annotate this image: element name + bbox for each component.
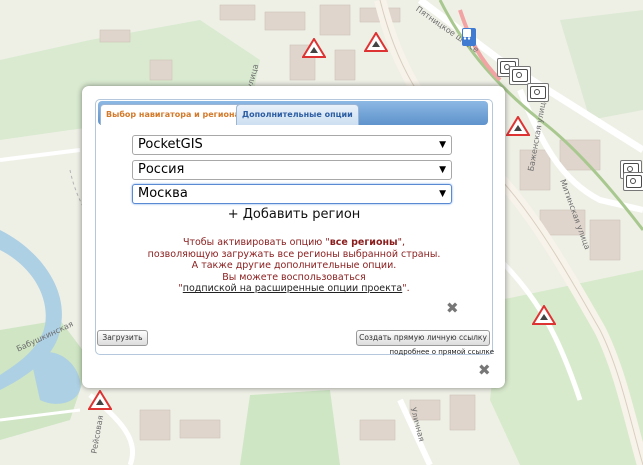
country-select-value: Россия [138,162,185,177]
tab-navigator-region[interactable]: Выбор навигатора и региона [100,104,246,125]
tab-bar: Выбор навигатора и региона Дополнительны… [98,101,488,125]
info-line: А также другие дополнительные опции. [191,260,397,271]
tab-panel: Выбор навигатора и региона Дополнительны… [95,99,493,355]
add-region-link[interactable]: + Добавить регион [96,207,492,222]
country-select[interactable]: Россия ▼ [132,160,452,180]
navigator-select[interactable]: PocketGIS ▼ [132,135,452,155]
tab-additional-options[interactable]: Дополнительные опции [236,104,359,125]
region-dialog: Выбор навигатора и региона Дополнительны… [82,86,505,388]
info-line: ". [402,283,410,294]
chevron-down-icon: ▼ [439,165,446,175]
chevron-down-icon: ▼ [439,140,446,150]
info-line: ", [397,237,406,248]
warning-triangle-icon[interactable] [532,305,556,325]
bus-stop-icon[interactable] [462,28,476,46]
close-icon[interactable]: ✖ [446,301,459,316]
region-select-value: Москва [138,186,188,201]
load-button[interactable]: Загрузить [97,330,148,346]
navigator-select-value: PocketGIS [138,137,203,152]
info-bold: все регионы [329,237,398,248]
info-line: Вы можете воспользоваться [222,271,366,283]
subscription-link[interactable]: подпиской на расширенные опции проекта [183,283,402,294]
info-line: позволяющую загружать все регионы выбран… [147,248,441,260]
warning-triangle-icon[interactable] [302,38,326,58]
about-link[interactable]: подробнее о прямой ссылке [390,348,494,356]
camera-icon[interactable] [623,172,643,191]
warning-triangle-icon[interactable] [364,32,388,52]
region-select[interactable]: Москва ▼ [132,184,452,204]
info-line: Чтобы активировать опцию " [182,237,330,248]
info-text: Чтобы активировать опцию "все регионы", … [96,237,492,295]
close-icon[interactable]: ✖ [478,363,491,378]
park-area [240,390,340,465]
chevron-down-icon: ▼ [439,189,446,199]
camera-icon[interactable] [527,83,549,102]
create-link-button[interactable]: Создать прямую личную ссылку [356,330,490,346]
warning-triangle-icon[interactable] [506,116,530,136]
warning-triangle-icon[interactable] [88,390,112,410]
